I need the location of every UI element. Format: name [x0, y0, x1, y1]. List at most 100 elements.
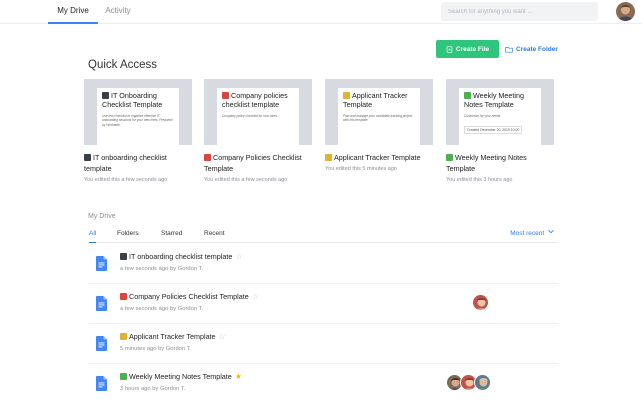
thumbnail-description: Plan and manage your candidate tracking …: [343, 114, 413, 123]
card-edited-time: You edited this 5 minutes ago: [325, 166, 397, 172]
document-icon: [96, 296, 107, 311]
file-title[interactable]: Company Policies Checklist Template ☆: [120, 292, 259, 301]
document-icon: [96, 336, 107, 351]
tab-activity[interactable]: Activity: [98, 0, 138, 24]
thumbnail-page: Applicant Tracker Template Plan and mana…: [338, 88, 420, 145]
file-by: by: [169, 306, 177, 312]
file-title[interactable]: Applicant Tracker Template ☆: [120, 332, 226, 341]
file-by: by: [152, 386, 159, 392]
card-thumbnail[interactable]: Company policies checklist template Comp…: [204, 79, 312, 145]
quick-access-card[interactable]: Applicant Tracker Template Plan and mana…: [325, 79, 433, 172]
file-title-text: Company Policies Checklist Template: [129, 292, 249, 301]
computer-emoji-icon: [102, 92, 109, 99]
create-file-button[interactable]: Create File: [436, 40, 499, 58]
file-by: by: [158, 346, 165, 352]
card-title[interactable]: Applicant Tracker Template: [325, 152, 433, 163]
user-avatar[interactable]: [616, 2, 635, 21]
filter-tab-starred[interactable]: Starred: [161, 229, 182, 239]
thumbnail-description: Customize for your needs: [464, 114, 501, 118]
file-time: a few seconds ago: [120, 306, 169, 312]
toolbox-emoji-icon: [204, 154, 211, 161]
thumbnail-title: Applicant Tracker Template: [343, 91, 408, 109]
toolbox-emoji-icon: [222, 92, 229, 99]
card-edited-time: You edited this a few seconds ago: [84, 177, 168, 183]
my-drive-section-title: My Drive: [88, 213, 116, 220]
file-title-text: IT onboarding checklist template: [129, 252, 233, 261]
file-author: Gordon T.: [165, 346, 192, 352]
card-title-text: Company Policies Checklist Template: [204, 153, 302, 173]
file-meta: 5 minutes ago by Gordon T.: [120, 346, 191, 352]
tab-my-drive[interactable]: My Drive: [48, 0, 98, 24]
document-icon: [96, 256, 107, 271]
thumbnail-title: Weekly Meeting Notes Template: [464, 91, 525, 109]
file-by: by: [169, 266, 177, 272]
chevron-down-icon: [548, 230, 554, 234]
folder-icon: [505, 46, 513, 52]
create-file-label: Create File: [455, 45, 490, 53]
filter-tab-all[interactable]: All: [89, 229, 97, 243]
sort-dropdown[interactable]: Most recent: [510, 229, 554, 239]
star-icon[interactable]: ☆: [235, 252, 242, 261]
card-thumbnail[interactable]: Weekly Meeting Notes Template Customize …: [446, 79, 554, 145]
thumbnail-page: Weekly Meeting Notes Template Customize …: [459, 88, 541, 145]
document-icon: [96, 376, 107, 391]
filter-tab-folders[interactable]: Folders: [117, 229, 139, 239]
file-row[interactable]: Weekly Meeting Notes Template ★ 3 hours a…: [88, 364, 558, 400]
collaborator-avatar[interactable]: [474, 374, 491, 391]
card-title[interactable]: IT onboarding checklist template: [84, 152, 192, 174]
star-icon[interactable]: ☆: [219, 332, 226, 341]
sort-label: Most recent: [510, 230, 545, 237]
file-time: a few seconds ago: [120, 266, 169, 272]
thumbnail-title: Company policies checklist template: [222, 91, 288, 109]
file-meta: 3 hours ago by Gordon T.: [120, 386, 185, 392]
file-title[interactable]: Weekly Meeting Notes Template ★: [120, 372, 242, 381]
create-folder-button[interactable]: Create Folder: [505, 43, 558, 55]
computer-emoji-icon: [120, 253, 127, 260]
file-title[interactable]: IT onboarding checklist template ☆: [120, 252, 243, 261]
star-icon[interactable]: ☆: [252, 292, 259, 301]
quick-access-card[interactable]: Company policies checklist template Comp…: [204, 79, 312, 183]
file-time: 5 minutes ago: [120, 346, 157, 352]
quick-access-card[interactable]: Weekly Meeting Notes Template Customize …: [446, 79, 554, 183]
thumbnail-page: IT Onboarding Checklist Template Use thi…: [97, 88, 179, 145]
file-time: 3 hours ago: [120, 386, 151, 392]
thumbnail-created-date: Created December 20, 2019 10:00: [464, 126, 523, 135]
quick-access-title: Quick Access: [88, 59, 158, 71]
star-filled-icon[interactable]: ★: [235, 372, 242, 381]
card-title[interactable]: Company Policies Checklist Template: [204, 152, 312, 174]
card-thumbnail[interactable]: IT Onboarding Checklist Template Use thi…: [84, 79, 192, 145]
toolbox-emoji-icon: [120, 293, 127, 300]
card-edited-time: You edited this 3 hours ago: [446, 177, 513, 183]
book-emoji-icon: [120, 373, 127, 380]
file-row[interactable]: IT onboarding checklist template ☆ a few …: [88, 244, 558, 284]
person-emoji-icon: [343, 92, 350, 99]
card-edited-time: You edited this a few seconds ago: [204, 177, 288, 183]
thumbnail-page: Company policies checklist template Comp…: [217, 88, 299, 145]
card-title-text: IT onboarding checklist template: [84, 153, 167, 173]
collaborator-avatar[interactable]: [472, 294, 489, 311]
book-emoji-icon: [464, 92, 471, 99]
search-input[interactable]: [441, 2, 598, 21]
thumbnail-description: Company policy checklist for new hires: [222, 114, 277, 118]
book-emoji-icon: [446, 154, 453, 161]
file-author: Gordon T.: [177, 306, 204, 312]
card-thumbnail[interactable]: Applicant Tracker Template Plan and mana…: [325, 79, 433, 145]
card-title-text: Applicant Tracker Template: [334, 153, 421, 162]
person-emoji-icon: [120, 333, 127, 340]
file-title-text: Applicant Tracker Template: [129, 332, 216, 341]
person-emoji-icon: [325, 154, 332, 161]
card-title-text: Weekly Meeting Notes Template: [446, 153, 527, 173]
quick-access-card[interactable]: IT Onboarding Checklist Template Use thi…: [84, 79, 192, 183]
thumbnail-title: IT Onboarding Checklist Template: [102, 91, 163, 109]
file-meta: a few seconds ago by Gordon T.: [120, 266, 203, 272]
card-title[interactable]: Weekly Meeting Notes Template: [446, 152, 554, 174]
create-folder-label: Create Folder: [516, 45, 558, 53]
file-title-text: Weekly Meeting Notes Template: [129, 372, 232, 381]
filter-tab-recent[interactable]: Recent: [204, 229, 225, 239]
file-row[interactable]: Applicant Tracker Template ☆ 5 minutes ag…: [88, 324, 558, 364]
file-row[interactable]: Company Policies Checklist Template ☆ a f…: [88, 284, 558, 324]
file-plus-icon: [446, 45, 453, 53]
file-author: Gordon T.: [177, 266, 204, 272]
computer-emoji-icon: [84, 154, 91, 161]
filter-tabs: All Folders Starred Recent Most recent: [88, 229, 558, 243]
